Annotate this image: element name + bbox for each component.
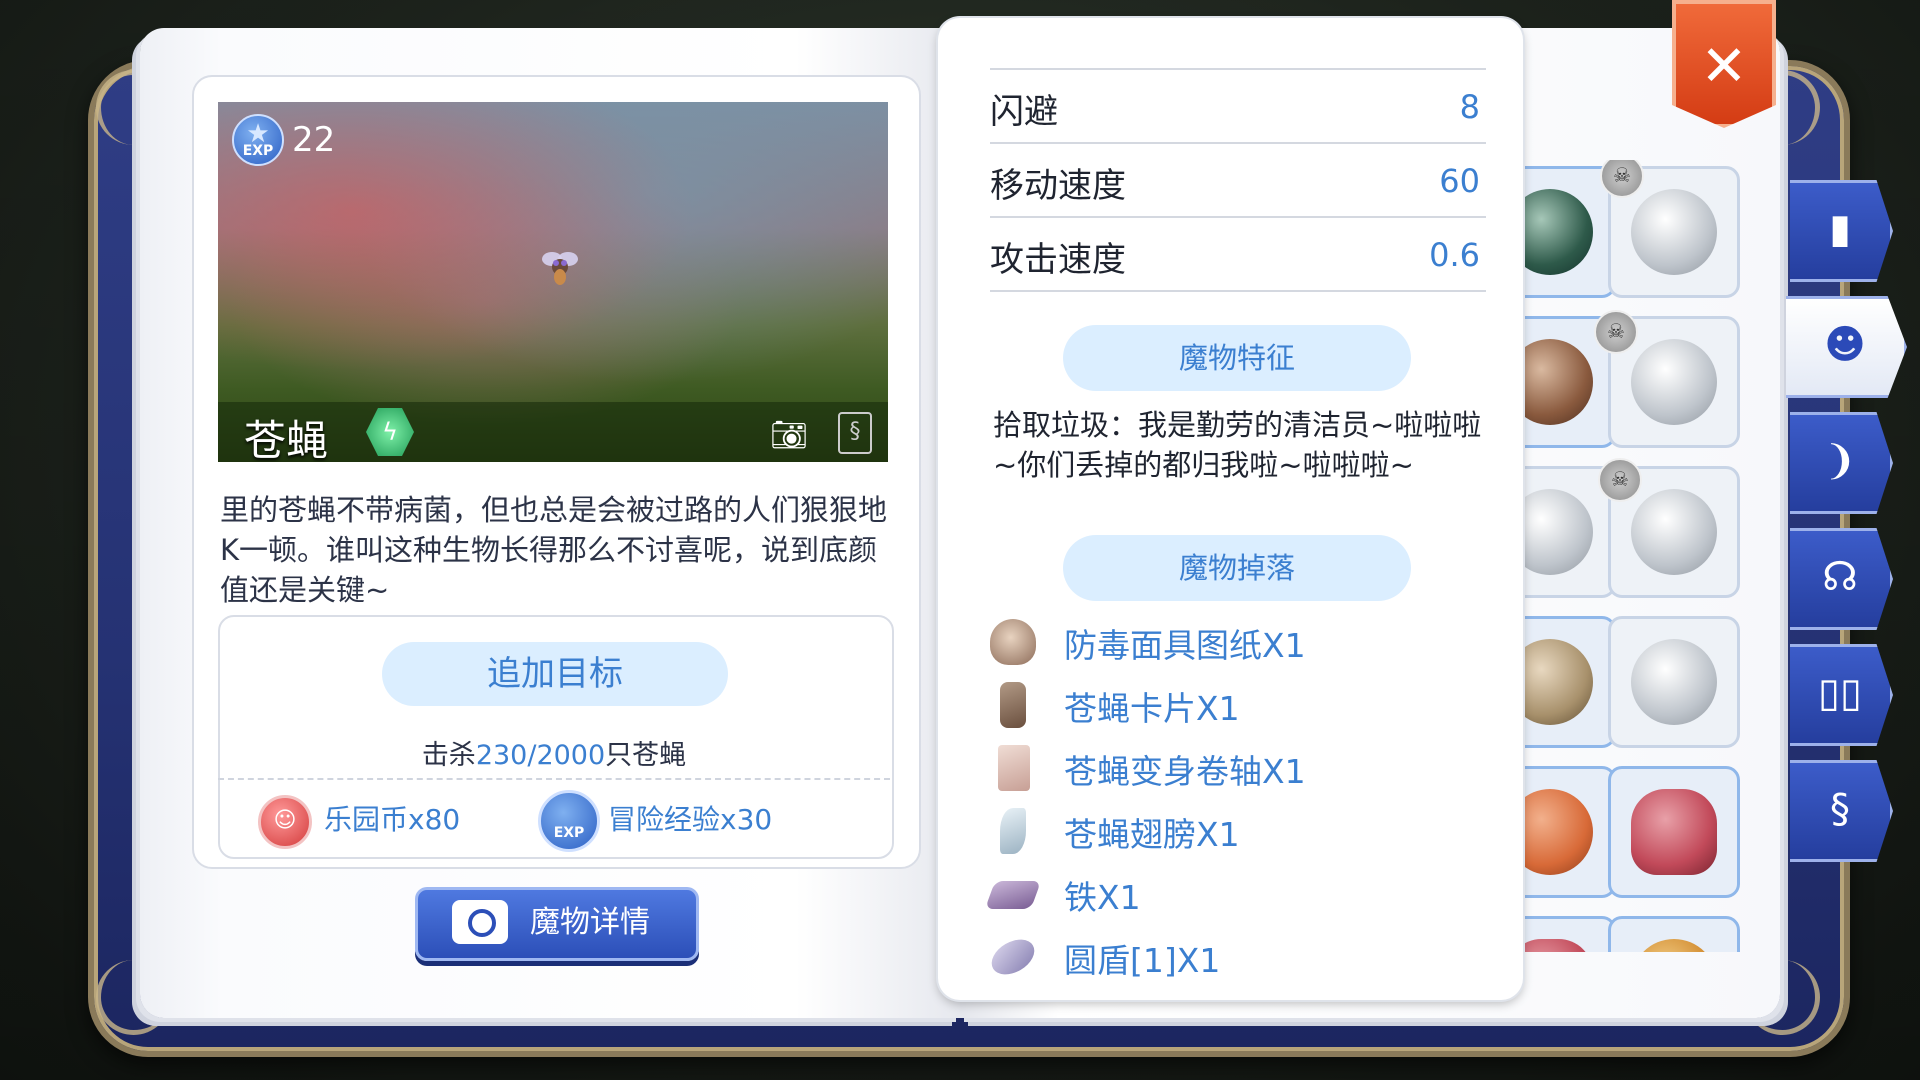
drop-item[interactable]: 苍蝇卡片X1: [990, 676, 1490, 734]
close-button[interactable]: ✕: [1672, 0, 1776, 128]
monster-detail-button[interactable]: 魔物详情: [415, 887, 699, 961]
iron-icon: [984, 881, 1042, 909]
monster-face-icon: ☻: [1824, 322, 1866, 368]
monster-thumb[interactable]: [1524, 916, 1616, 952]
card-icon: §: [1830, 786, 1850, 832]
exp-icon: EXP: [538, 790, 600, 852]
kill-progress: 击杀230/2000只苍蝇: [421, 740, 687, 771]
reward-exp: 冒险经验x30: [608, 803, 773, 836]
monster-thumb[interactable]: [1608, 766, 1740, 898]
monster-description: 里的苍蝇不带病菌，但也总是会被过路的人们狠狠地K一顿。谁叫这种生物长得那么不讨喜…: [220, 493, 888, 607]
drop-item[interactable]: 防毒面具图纸X1: [990, 613, 1490, 671]
drops-header: 魔物掉落: [1063, 535, 1411, 601]
book-icon: ▮: [1828, 206, 1851, 252]
head-icon: ☊: [1822, 554, 1858, 600]
monster-card-icon[interactable]: §: [838, 412, 872, 454]
drop-item[interactable]: 圆盾[1]X1: [985, 928, 1490, 986]
drop-item[interactable]: 苍蝇翅膀X1: [990, 802, 1490, 860]
drop-item[interactable]: 铁X1: [984, 865, 1490, 923]
monster-photo: ★ EXP 22 苍蝇 ϟ 📷︎ §: [218, 102, 888, 462]
stat-row: 攻击速度 0.6: [990, 218, 1486, 292]
exp-icon: ★ EXP: [232, 114, 284, 166]
horn-icon: ❩: [1823, 438, 1857, 484]
shield-icon: [985, 932, 1041, 982]
stat-row: 移动速度 60: [990, 144, 1486, 218]
drop-item[interactable]: 苍蝇变身卷轴X1: [990, 739, 1490, 797]
tab-book[interactable]: ▮: [1790, 180, 1893, 282]
park-coin-icon: ☺: [258, 795, 312, 849]
monster-thumb[interactable]: [1524, 616, 1616, 748]
monster-grid: ☠ ☠ ☠: [1524, 160, 1754, 952]
camera-icon: [452, 900, 508, 944]
card-icon: [1000, 682, 1026, 728]
divider: [218, 778, 890, 780]
features-text: 拾取垃圾：我是勤劳的清洁员~啦啦啦~你们丢掉的都归我啦~啦啦啦~: [993, 408, 1482, 482]
monster-name: 苍蝇: [244, 416, 329, 462]
open-book-icon: ▯▯: [1817, 670, 1863, 716]
scroll-icon: [998, 745, 1030, 791]
monster-thumb[interactable]: [1608, 616, 1740, 748]
tab-card[interactable]: §: [1790, 760, 1893, 862]
reward-coin: 乐园币x80: [324, 803, 461, 836]
close-icon: ✕: [1700, 34, 1748, 99]
tab-monster[interactable]: ☻: [1786, 296, 1907, 398]
features-header: 魔物特征: [1063, 325, 1411, 391]
gas-mask-blueprint-icon: [990, 619, 1036, 665]
wing-icon: [1000, 808, 1026, 854]
boss-skull-icon: ☠: [1594, 310, 1638, 354]
camera-icon[interactable]: 📷︎: [770, 418, 808, 453]
add-target-button[interactable]: 追加目标: [382, 642, 728, 706]
fly-sprite: [542, 252, 578, 285]
tab-horn[interactable]: ❩: [1790, 412, 1893, 514]
stat-row: 闪避 8: [990, 70, 1486, 144]
boss-skull-icon: ☠: [1598, 458, 1642, 502]
monster-thumb[interactable]: [1524, 766, 1616, 898]
exp-value: 22: [292, 120, 336, 160]
tab-head[interactable]: ☊: [1790, 528, 1893, 630]
tab-open-book[interactable]: ▯▯: [1790, 644, 1893, 746]
monster-thumb[interactable]: [1608, 916, 1740, 952]
